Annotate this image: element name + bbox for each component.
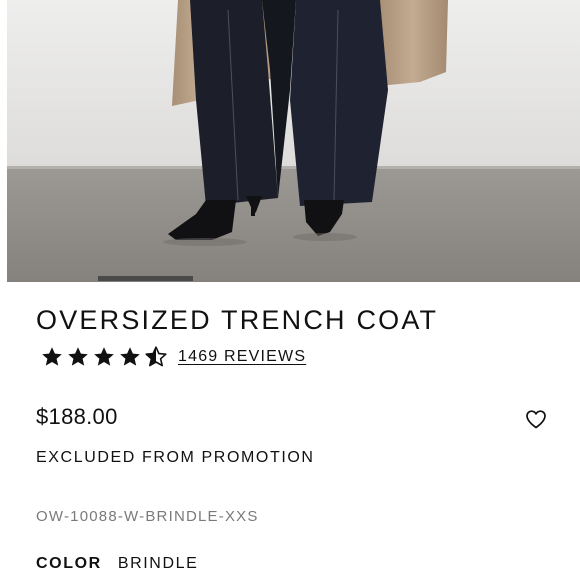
star-icon bbox=[68, 347, 88, 366]
product-price: $188.00 bbox=[36, 404, 118, 429]
product-image[interactable] bbox=[0, 0, 580, 282]
product-page: OVERSIZED TRENCH COAT 1469 REVIEWS $188.… bbox=[0, 0, 580, 580]
color-value: BRINDLE bbox=[117, 555, 199, 572]
reviews-link[interactable]: 1469 REVIEWS bbox=[178, 348, 306, 366]
product-title: OVERSIZED TRENCH COAT bbox=[36, 305, 439, 335]
product-sku: OW-10088-W-BRINDLE-XXS bbox=[36, 508, 259, 525]
image-carousel-indicator-track bbox=[0, 276, 580, 282]
wishlist-button[interactable] bbox=[524, 407, 548, 431]
star-icon bbox=[94, 347, 114, 366]
star-half-icon bbox=[145, 346, 167, 367]
promotion-exclusion-note: EXCLUDED FROM PROMOTION bbox=[36, 449, 315, 466]
rating-stars bbox=[40, 345, 168, 369]
star-icon bbox=[120, 347, 140, 366]
color-selector: COLOR BRINDLE bbox=[36, 555, 198, 573]
product-rating: 1469 REVIEWS bbox=[40, 343, 306, 371]
carousel-active-indicator[interactable] bbox=[98, 276, 193, 281]
heart-outline-icon bbox=[526, 410, 546, 429]
star-icon bbox=[42, 347, 62, 366]
color-label: COLOR bbox=[36, 555, 102, 572]
